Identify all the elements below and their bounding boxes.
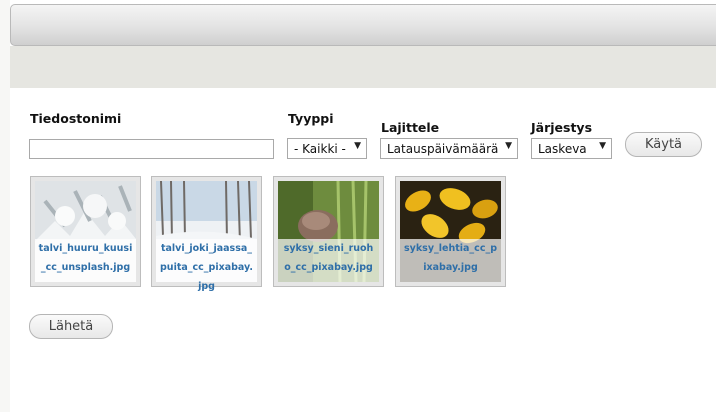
thumbnail-item[interactable]: syksy_sieni_ruoho_cc_pixabay.jpg [273, 176, 384, 287]
order-label: Järjestys [531, 120, 593, 135]
tab-band [10, 46, 716, 88]
thumbnail-item[interactable]: talvi_huuru_kuusi_cc_unsplash.jpg [30, 176, 141, 287]
left-margin [0, 0, 10, 412]
thumbnail-filename: talvi_joki_jaassa_puita_cc_pixabay.jpg [156, 239, 257, 292]
type-label: Tyyppi [288, 111, 334, 126]
toolbar-bar [10, 4, 716, 46]
thumbnail-filename: syksy_sieni_ruoho_cc_pixabay.jpg [278, 239, 379, 282]
apply-button[interactable]: Käytä [625, 132, 702, 157]
order-select[interactable]: Laskeva ▼ [531, 138, 612, 159]
type-select[interactable]: - Kaikki - ▼ [287, 138, 367, 159]
triangle-down-icon: ▼ [505, 141, 512, 151]
sort-select[interactable]: Latauspäivämäärä ▼ [380, 138, 518, 159]
triangle-down-icon: ▼ [599, 141, 606, 151]
sort-select-value: Latauspäivämäärä [387, 141, 499, 156]
thumbnail-item[interactable]: syksy_lehtia_cc_pixabay.jpg [395, 176, 506, 287]
filename-input[interactable] [29, 139, 274, 159]
type-select-value: - Kaikki - [294, 141, 346, 156]
thumbnail-filename: talvi_huuru_kuusi_cc_unsplash.jpg [35, 239, 136, 282]
triangle-down-icon: ▼ [354, 141, 361, 151]
thumbnail-filename: syksy_lehtia_cc_pixabay.jpg [400, 239, 501, 282]
submit-button[interactable]: Lähetä [29, 314, 113, 339]
order-select-value: Laskeva [538, 141, 587, 156]
sort-label: Lajittele [381, 120, 440, 135]
thumbnail-item[interactable]: talvi_joki_jaassa_puita_cc_pixabay.jpg [151, 176, 262, 292]
filename-label: Tiedostonimi [30, 111, 122, 126]
